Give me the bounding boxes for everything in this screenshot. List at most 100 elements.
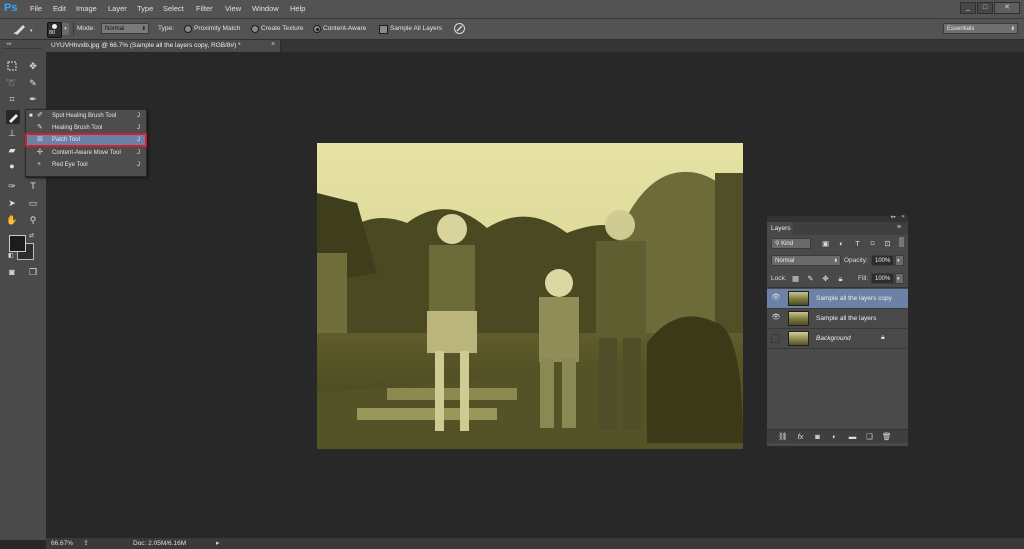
fill-chevron-icon[interactable]: ▾ xyxy=(895,273,904,284)
menu-file[interactable]: File xyxy=(30,4,42,13)
tab-layers[interactable]: Layers xyxy=(767,222,793,235)
content-aware-radio[interactable] xyxy=(313,25,321,33)
collapse-panel-icon[interactable]: ▸▸ xyxy=(891,214,896,220)
blend-mode-select[interactable]: Normal ⬍ xyxy=(771,255,841,266)
screen-mode-icon[interactable]: ❐ xyxy=(27,266,39,278)
share-icon[interactable]: ⇪ xyxy=(83,539,89,547)
opacity-input[interactable]: 100% xyxy=(871,255,894,266)
sample-all-layers-checkbox[interactable] xyxy=(379,25,388,34)
flyout-item-healing-brush[interactable]: ✎ Healing Brush Tool J xyxy=(26,122,146,134)
hand-tool-icon[interactable]: ✋ xyxy=(6,214,18,226)
tab-layers-label: Layers xyxy=(771,225,791,232)
rectangle-tool-icon[interactable]: ▭ xyxy=(27,197,39,209)
pen-icon[interactable]: ✑ xyxy=(6,180,18,192)
eyedropper-icon[interactable]: ✒ xyxy=(27,93,39,105)
blur-icon[interactable]: ● xyxy=(6,160,18,172)
brush-picker-chevron-icon[interactable]: ▾ xyxy=(62,23,69,35)
status-menu-arrow-icon[interactable]: ▸ xyxy=(216,539,220,547)
foreground-color-swatch[interactable] xyxy=(9,235,26,252)
close-tab-icon[interactable]: × xyxy=(271,41,275,48)
smart-object-filter-icon[interactable]: ⊡ xyxy=(883,239,892,248)
layer-row[interactable]: Background 🔒︎ xyxy=(767,329,908,349)
create-texture-label[interactable]: Create Texture xyxy=(261,25,304,32)
move-tool-icon[interactable]: ✥ xyxy=(27,60,39,72)
layer-filter-select[interactable]: ⚲ Kind xyxy=(771,238,811,249)
sample-all-layers-label[interactable]: Sample All Layers xyxy=(390,25,442,32)
lock-position-icon[interactable]: ✥ xyxy=(821,274,830,283)
filter-toggle[interactable] xyxy=(899,237,904,247)
menu-image[interactable]: Image xyxy=(76,4,97,13)
link-layers-icon[interactable]: ⛓︎ xyxy=(778,432,788,441)
fx-icon[interactable]: fx xyxy=(796,432,805,441)
zoom-tool-icon[interactable]: ⚲ xyxy=(27,214,39,226)
minimize-button[interactable]: _ xyxy=(960,2,976,14)
menu-type[interactable]: Type xyxy=(137,4,153,13)
panel-menu-icon[interactable]: ≡ xyxy=(897,224,901,231)
delete-layer-icon[interactable]: 🗑︎ xyxy=(882,432,892,441)
eye-icon[interactable]: 👁︎ xyxy=(771,294,781,302)
create-texture-radio[interactable] xyxy=(251,25,259,33)
patch-icon: ⊞ xyxy=(37,136,43,143)
hidden-visibility-box[interactable] xyxy=(771,334,780,343)
close-button[interactable]: ✕ xyxy=(994,2,1020,14)
fill-input[interactable]: 100% xyxy=(871,273,894,284)
lasso-icon[interactable]: ➰ xyxy=(6,77,18,89)
opacity-chevron-icon[interactable]: ▾ xyxy=(895,255,904,266)
workspace-select[interactable]: Essentials ⬍ xyxy=(943,23,1018,34)
add-mask-icon[interactable]: ◙ xyxy=(813,432,822,441)
menu-select[interactable]: Select xyxy=(163,4,184,13)
mode-select[interactable]: Normal ⬍ xyxy=(101,23,149,34)
eye-icon[interactable]: 👁︎ xyxy=(771,314,781,322)
default-colors-icon[interactable]: ◧ xyxy=(8,252,14,259)
clone-stamp-icon[interactable]: ⊥ xyxy=(6,127,18,139)
restore-button[interactable]: □ xyxy=(977,2,993,14)
flyout-item-red-eye[interactable]: + Red Eye Tool J xyxy=(26,159,146,171)
menu-edit[interactable]: Edit xyxy=(53,4,66,13)
quick-selection-icon[interactable]: ✎ xyxy=(27,77,39,89)
shortcut-key: J xyxy=(137,125,140,131)
flyout-item-label: Patch Tool xyxy=(52,137,80,143)
new-group-icon[interactable]: ▬ xyxy=(848,432,857,441)
chevron-down-icon[interactable]: ▾ xyxy=(30,28,33,34)
menu-layer[interactable]: Layer xyxy=(108,4,127,13)
marquee-icon[interactable] xyxy=(6,60,18,72)
patch-tool-preset-icon[interactable] xyxy=(13,23,27,35)
menu-window[interactable]: Window xyxy=(252,4,279,13)
divider xyxy=(73,22,74,36)
flyout-item-patch-tool[interactable]: ⊞ Patch Tool J xyxy=(25,133,147,147)
type-tool-icon[interactable]: T xyxy=(27,180,39,192)
adjustment-filter-icon[interactable]: ◐ xyxy=(837,239,846,248)
path-selection-icon[interactable]: ➤ xyxy=(6,197,18,209)
brush-size-picker[interactable]: 80 xyxy=(47,22,62,38)
proximity-match-label[interactable]: Proximity Match xyxy=(194,25,240,32)
proximity-match-radio[interactable] xyxy=(184,25,192,33)
lock-image-icon[interactable]: ✎ xyxy=(806,274,815,283)
type-filter-icon[interactable]: T xyxy=(853,239,862,248)
lock-transparent-icon[interactable]: ▦ xyxy=(791,274,800,283)
menu-view[interactable]: View xyxy=(225,4,241,13)
zoom-level[interactable]: 66.67% xyxy=(51,540,73,547)
image-filter-icon[interactable]: ▣ xyxy=(821,239,830,248)
layer-thumbnail xyxy=(788,291,809,306)
eraser-icon[interactable]: ▰ xyxy=(6,144,18,156)
new-layer-icon[interactable]: ❏ xyxy=(865,432,874,441)
collapse-toolbox-icon[interactable]: ◂◂ xyxy=(6,41,11,47)
content-aware-label[interactable]: Content-Aware xyxy=(323,25,366,32)
diffusion-brush-icon[interactable] xyxy=(453,22,466,35)
layer-row[interactable]: 👁︎ Sample all the layers xyxy=(767,309,908,329)
close-panel-icon[interactable]: ✕ xyxy=(901,214,905,220)
menu-filter[interactable]: Filter xyxy=(196,4,213,13)
layer-row[interactable]: 👁︎ Sample all the layers copy xyxy=(767,289,908,309)
document-tab[interactable]: UYUVHhvxlb.jpg @ 66.7% (Sample all the l… xyxy=(46,40,281,52)
crop-icon[interactable]: ⌗ xyxy=(6,93,18,105)
menu-help[interactable]: Help xyxy=(290,4,305,13)
spot-healing-brush-icon[interactable] xyxy=(6,110,20,124)
document-image[interactable] xyxy=(317,143,743,449)
flyout-item-spot-healing[interactable]: ■ ✐ Spot Healing Brush Tool J xyxy=(26,110,146,122)
adjustment-layer-icon[interactable]: ◐ xyxy=(830,432,839,441)
quick-mask-icon[interactable]: ◙ xyxy=(6,266,18,278)
swap-colors-icon[interactable]: ⇄ xyxy=(29,232,34,239)
flyout-item-content-aware-move[interactable]: ✣ Content-Aware Move Tool J xyxy=(26,147,146,159)
shape-filter-icon[interactable]: ⌑ xyxy=(868,239,877,248)
lock-all-icon[interactable]: 🔒︎ xyxy=(836,274,845,283)
